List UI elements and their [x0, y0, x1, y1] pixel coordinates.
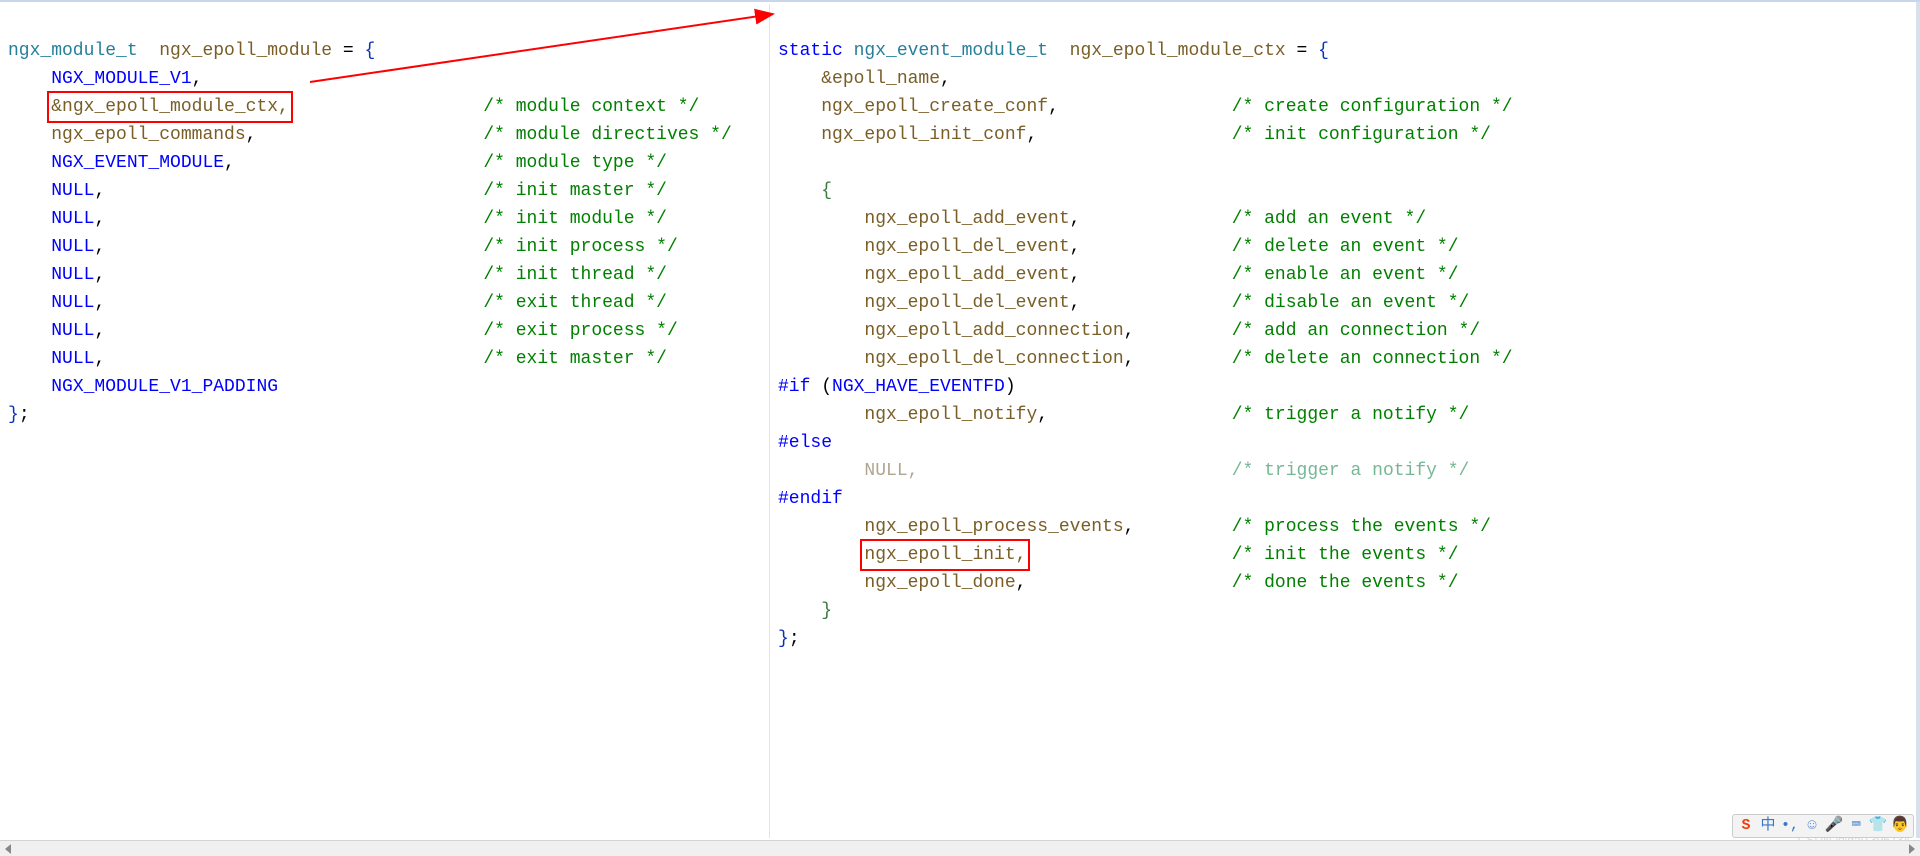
code-line: ngx_epoll_init_conf, /* init configurati…	[778, 125, 1491, 145]
code-line: NULL, /* exit thread */	[8, 293, 667, 313]
module-ctx-highlight: &ngx_epoll_module_ctx,	[47, 91, 293, 123]
ime-punct-icon[interactable]: •,	[1781, 817, 1799, 835]
code-line: &ngx_epoll_module_ctx, /* module context…	[8, 97, 699, 117]
code-line: #if (NGX_HAVE_EVENTFD)	[778, 377, 1016, 397]
code-line: }	[778, 601, 832, 621]
code-diff-view: ngx_module_t ngx_epoll_module = { NGX_MO…	[0, 0, 1920, 856]
code-line: ngx_epoll_del_connection, /* delete an c…	[778, 349, 1513, 369]
code-line: ngx_epoll_notify, /* trigger a notify */	[778, 405, 1469, 425]
code-line: NGX_MODULE_V1_PADDING	[8, 377, 278, 397]
code-line: &epoll_name,	[778, 69, 951, 89]
code-line: ngx_epoll_add_event, /* add an event */	[778, 209, 1426, 229]
code-line: ngx_epoll_create_conf, /* create configu…	[778, 97, 1513, 117]
code-line: ngx_epoll_del_event, /* disable an event…	[778, 293, 1469, 313]
code-line: NULL, /* exit master */	[8, 349, 667, 369]
code-line: ngx_epoll_process_events, /* process the…	[778, 517, 1491, 537]
code-line: NULL, /* exit process */	[8, 321, 678, 341]
code-line: NGX_MODULE_V1,	[8, 69, 202, 89]
code-line: };	[778, 629, 800, 649]
horizontal-scrollbar[interactable]	[0, 840, 1920, 856]
code-line: NULL, /* init module */	[8, 209, 667, 229]
code-line: ngx_epoll_done, /* done the events */	[778, 573, 1459, 593]
code-line: NULL, /* init process */	[8, 237, 678, 257]
ime-user-icon[interactable]: 👨	[1891, 817, 1909, 835]
ime-skin-icon[interactable]: 👕	[1869, 817, 1887, 835]
code-line: NULL, /* init master */	[8, 181, 667, 201]
code-line: static ngx_event_module_t ngx_epoll_modu…	[778, 41, 1329, 61]
ime-keyboard-icon[interactable]: ⌨	[1847, 817, 1865, 835]
code-line: {	[778, 181, 832, 201]
ime-emotion-icon[interactable]: ☺	[1803, 817, 1821, 835]
code-line: ngx_epoll_add_event, /* enable an event …	[778, 265, 1459, 285]
epoll-init-highlight: ngx_epoll_init,	[860, 539, 1030, 571]
code-line: ngx_epoll_commands, /* module directives…	[8, 125, 732, 145]
code-line: NULL, /* trigger a notify */	[778, 461, 1469, 481]
ime-logo-icon[interactable]: S	[1737, 817, 1755, 835]
ime-lang-icon[interactable]: 中	[1759, 817, 1777, 835]
ime-toolbar[interactable]: S 中 •, ☺ 🎤 ⌨ 👕 👨	[1732, 814, 1914, 838]
ime-voice-icon[interactable]: 🎤	[1825, 817, 1843, 835]
code-line: ngx_epoll_add_connection, /* add an conn…	[778, 321, 1480, 341]
vertical-scrollbar[interactable]	[1916, 2, 1920, 838]
right-code-panel: static ngx_event_module_t ngx_epoll_modu…	[770, 4, 1920, 838]
code-line: ngx_epoll_del_event, /* delete an event …	[778, 237, 1459, 257]
code-line: };	[8, 405, 30, 425]
code-line: #else	[778, 433, 832, 453]
code-line: NGX_EVENT_MODULE, /* module type */	[8, 153, 667, 173]
code-line: ngx_module_t ngx_epoll_module = {	[8, 41, 375, 61]
code-line: #endif	[778, 489, 843, 509]
left-code-panel: ngx_module_t ngx_epoll_module = { NGX_MO…	[0, 4, 770, 838]
code-line: NULL, /* init thread */	[8, 265, 667, 285]
code-line: ngx_epoll_init, /* init the events */	[778, 545, 1459, 565]
